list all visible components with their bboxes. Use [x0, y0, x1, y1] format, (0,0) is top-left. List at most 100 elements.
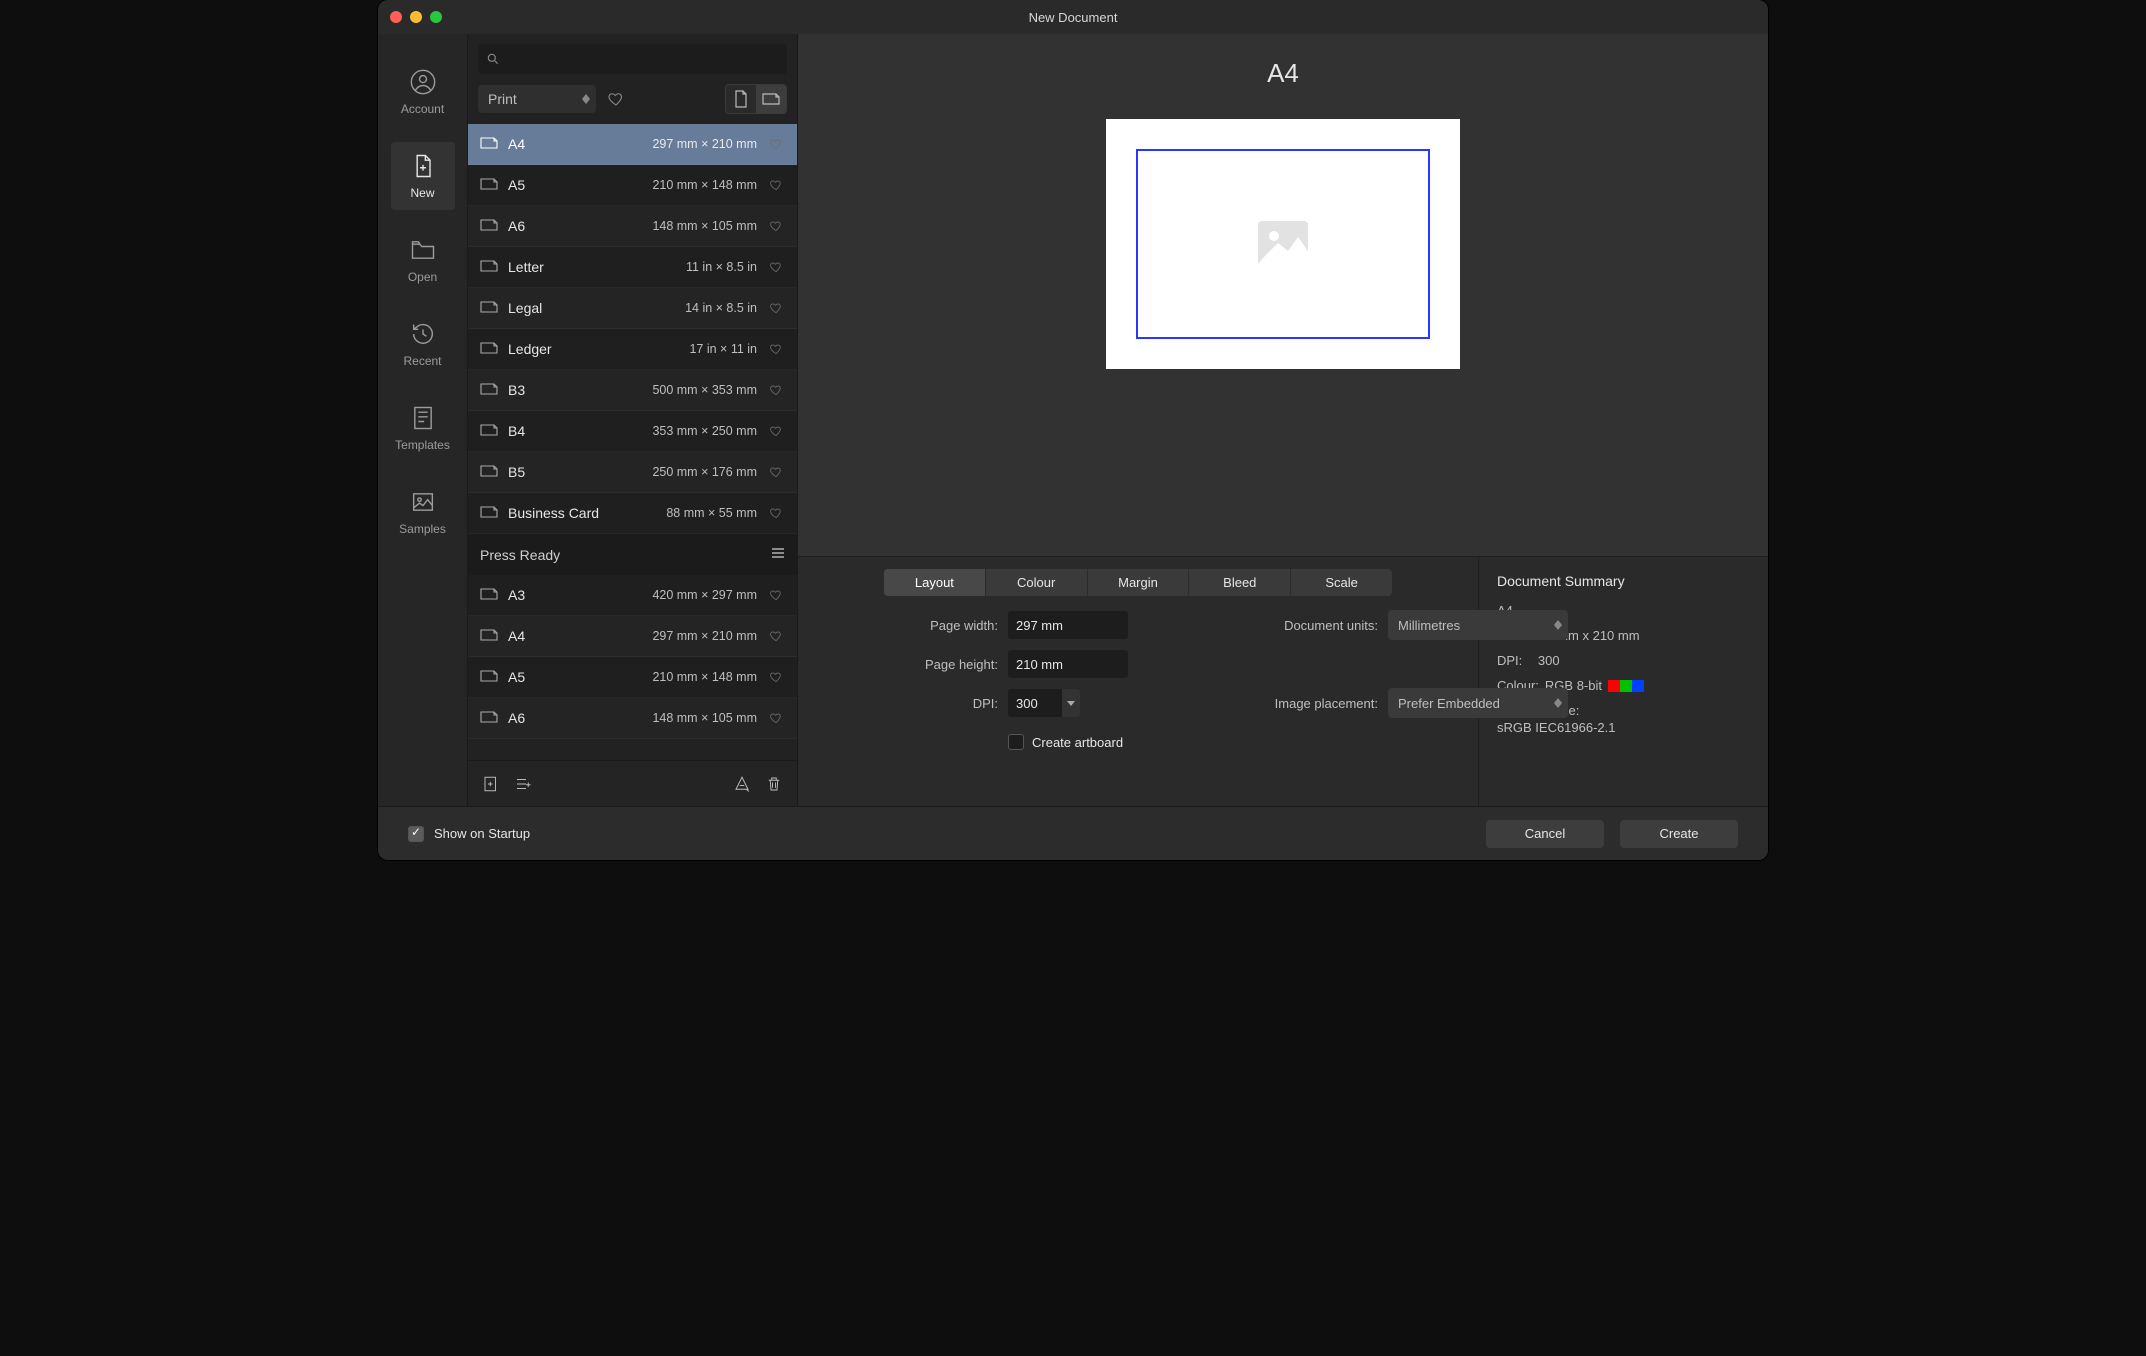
cancel-button[interactable]: Cancel — [1486, 820, 1604, 848]
sidebar: Account New Open Recent — [378, 34, 468, 806]
favourite-toggle[interactable] — [767, 137, 785, 151]
new-document-icon — [409, 152, 437, 180]
preset-name: Legal — [508, 300, 542, 316]
preset-name: A5 — [508, 177, 525, 193]
add-preset-button[interactable] — [480, 773, 502, 795]
preset-row[interactable]: A3420 mm × 297 mm — [468, 575, 797, 616]
preset-row[interactable]: B5250 mm × 176 mm — [468, 452, 797, 493]
favourite-toggle[interactable] — [767, 342, 785, 356]
preset-row[interactable]: Business Card 88 mm × 55 mm — [468, 493, 797, 534]
image-placement-dropdown[interactable]: Prefer Embedded — [1388, 688, 1568, 718]
tab-layout[interactable]: Layout — [884, 569, 986, 596]
orientation-portrait-button[interactable] — [726, 85, 756, 113]
preset-row[interactable]: A6 148 mm × 105 mm — [468, 206, 797, 247]
rename-preset-button[interactable] — [731, 773, 753, 795]
favourite-toggle[interactable] — [767, 670, 785, 684]
orientation-landscape-button[interactable] — [756, 85, 786, 113]
settings-panel: LayoutColourMarginBleedScale Page width:… — [798, 557, 1478, 806]
favourite-toggle[interactable] — [767, 260, 785, 274]
preset-row[interactable]: A4297 mm × 210 mm — [468, 616, 797, 657]
presets-panel: Print — [468, 34, 798, 806]
create-button[interactable]: Create — [1620, 820, 1738, 848]
favourite-toggle[interactable] — [767, 301, 785, 315]
favourite-toggle[interactable] — [767, 178, 785, 192]
chevron-updown-icon — [582, 94, 590, 104]
preset-size: 148 mm × 105 mm — [535, 219, 757, 233]
sidebar-item-new[interactable]: New — [391, 142, 455, 210]
preset-name: Business Card — [508, 505, 599, 521]
category-dropdown[interactable]: Print — [478, 85, 596, 113]
favourite-toggle[interactable] — [767, 506, 785, 520]
sidebar-item-templates[interactable]: Templates — [391, 394, 455, 462]
document-summary-panel: Document Summary A4 Size: 297 mm x 210 m… — [1478, 557, 1768, 806]
delete-preset-button[interactable] — [763, 773, 785, 795]
preset-size: 14 in × 8.5 in — [552, 301, 757, 315]
preset-size: 11 in × 8.5 in — [554, 260, 757, 274]
page-landscape-icon — [480, 505, 498, 522]
favourite-toggle[interactable] — [767, 711, 785, 725]
sidebar-item-samples[interactable]: Samples — [391, 478, 455, 546]
tab-margin[interactable]: Margin — [1088, 569, 1190, 596]
dpi-dropdown-button[interactable] — [1062, 689, 1080, 717]
preset-list[interactable]: A4297 mm × 210 mmA5210 mm × 148 mmA6148 … — [468, 124, 797, 760]
page-landscape-icon — [480, 669, 498, 686]
preset-row[interactable]: Letter 11 in × 8.5 in — [468, 247, 797, 288]
favourites-filter-button[interactable] — [606, 90, 626, 108]
preset-name: A6 — [508, 218, 525, 234]
sidebar-item-open[interactable]: Open — [391, 226, 455, 294]
page-margin-indicator — [1136, 149, 1430, 339]
preset-name: A5 — [508, 669, 525, 685]
document-units-dropdown[interactable]: Millimetres — [1388, 610, 1568, 640]
search-field-wrapper — [478, 44, 787, 74]
document-units-label: Document units: — [1208, 618, 1388, 633]
page-landscape-icon — [480, 136, 498, 153]
page-landscape-icon — [480, 710, 498, 727]
favourite-toggle[interactable] — [767, 465, 785, 479]
preset-size: 500 mm × 353 mm — [535, 383, 757, 397]
menu-icon[interactable] — [771, 546, 785, 563]
sidebar-item-recent[interactable]: Recent — [391, 310, 455, 378]
preset-row[interactable]: A5210 mm × 148 mm — [468, 165, 797, 206]
chevron-updown-icon — [1554, 698, 1562, 708]
summary-dpi: 300 — [1538, 653, 1560, 668]
preset-section-header[interactable]: Press Ready — [468, 534, 797, 575]
favourite-toggle[interactable] — [767, 383, 785, 397]
preset-size: 148 mm × 105 mm — [535, 711, 757, 725]
preset-size: 250 mm × 176 mm — [535, 465, 757, 479]
tab-scale[interactable]: Scale — [1291, 569, 1392, 596]
preset-row[interactable]: Ledger17 in × 11 in — [468, 329, 797, 370]
document-units-value: Millimetres — [1398, 618, 1460, 633]
page-landscape-icon — [480, 628, 498, 645]
tab-bleed[interactable]: Bleed — [1189, 569, 1291, 596]
page-width-input[interactable] — [1008, 611, 1128, 639]
colour-swatches — [1608, 680, 1644, 692]
sidebar-item-label: New — [410, 186, 434, 200]
titlebar: New Document — [378, 0, 1768, 34]
create-artboard-checkbox[interactable] — [1008, 734, 1024, 750]
favourite-toggle[interactable] — [767, 424, 785, 438]
preset-list-footer — [468, 760, 797, 806]
dpi-input[interactable] — [1008, 689, 1062, 717]
preset-row[interactable]: A6148 mm × 105 mm — [468, 698, 797, 739]
preset-row[interactable]: A4297 mm × 210 mm — [468, 124, 797, 165]
favourite-toggle[interactable] — [767, 588, 785, 602]
favourite-toggle[interactable] — [767, 219, 785, 233]
preset-row[interactable]: Legal 14 in × 8.5 in — [468, 288, 797, 329]
tab-colour[interactable]: Colour — [986, 569, 1088, 596]
preview-title: A4 — [1267, 58, 1299, 89]
summary-heading: Document Summary — [1497, 573, 1750, 589]
show-on-startup-checkbox[interactable] — [408, 826, 424, 842]
preset-size: 88 mm × 55 mm — [609, 506, 757, 520]
colour-swatch — [1632, 680, 1644, 692]
page-height-input[interactable] — [1008, 650, 1128, 678]
preset-row[interactable]: B3500 mm × 353 mm — [468, 370, 797, 411]
search-input[interactable] — [478, 44, 787, 74]
preset-row[interactable]: A5210 mm × 148 mm — [468, 657, 797, 698]
add-category-button[interactable] — [512, 773, 534, 795]
chevron-updown-icon — [1554, 620, 1562, 630]
preset-size: 353 mm × 250 mm — [535, 424, 757, 438]
preset-row[interactable]: B4353 mm × 250 mm — [468, 411, 797, 452]
favourite-toggle[interactable] — [767, 629, 785, 643]
sidebar-item-account[interactable]: Account — [391, 58, 455, 126]
preset-name: Letter — [508, 259, 544, 275]
